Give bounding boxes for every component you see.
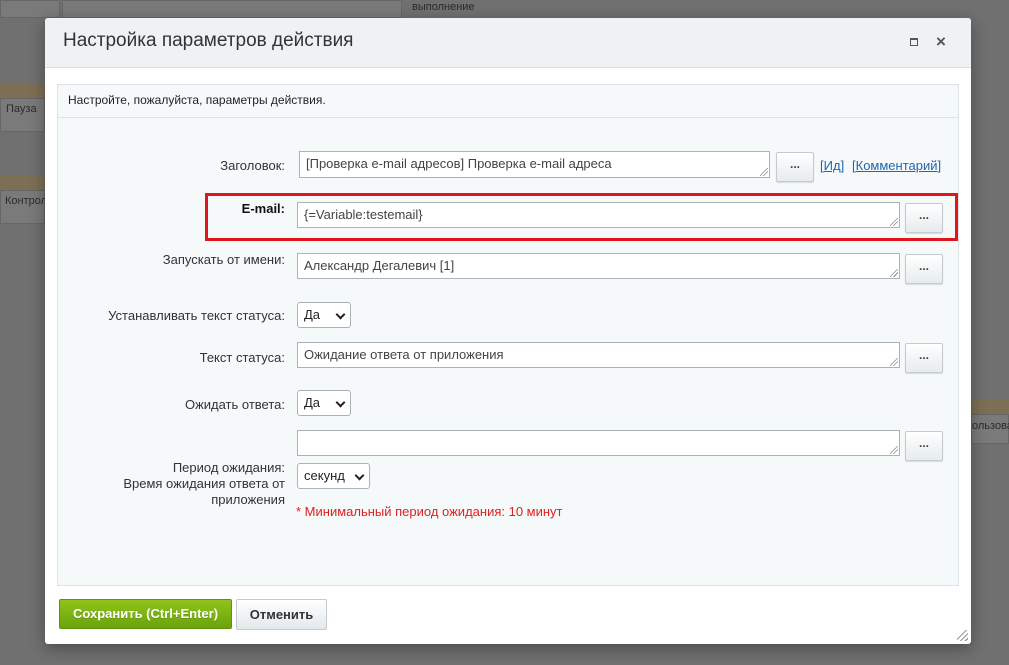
- wait-answer-label: Ожидать ответа:: [184, 397, 285, 412]
- chevron-down-icon: [354, 470, 365, 481]
- bg-strip: [0, 176, 45, 190]
- resize-grip-icon[interactable]: [760, 168, 768, 176]
- title-label: Заголовок:: [220, 158, 285, 173]
- min-period-note: * Минимальный период ожидания: 10 минут: [296, 504, 563, 519]
- maximize-icon: [910, 38, 918, 46]
- settings-panel: Настройте, пожалуйста, параметры действи…: [57, 84, 959, 586]
- period-unit-value: секунд: [304, 468, 345, 483]
- bg-label-pause: Пауза: [6, 103, 37, 115]
- run-as-dots-button[interactable]: ...: [905, 254, 943, 284]
- wait-answer-value: Да: [304, 395, 321, 410]
- period-label-line: Время ожидания ответа от: [123, 476, 285, 491]
- period-label: Период ожидания: Время ожидания ответа о…: [123, 460, 285, 508]
- period-dots-button[interactable]: ...: [905, 431, 943, 461]
- period-unit-select[interactable]: секунд: [297, 463, 370, 489]
- wait-answer-select[interactable]: Да: [297, 390, 351, 416]
- hint-text: Настройте, пожалуйста, параметры действи…: [58, 85, 958, 118]
- resize-grip-icon[interactable]: [890, 269, 898, 277]
- bg-block: [0, 0, 60, 18]
- dialog-title: Настройка параметров действия: [63, 30, 354, 51]
- title-input-value: [Проверка e-mail адресов] Проверка e-mai…: [306, 156, 612, 171]
- close-button[interactable]: ×: [934, 32, 948, 51]
- comment-link-text[interactable]: Комментарий: [856, 158, 938, 173]
- set-status-label: Устанавливать текст статуса:: [108, 308, 285, 323]
- chevron-down-icon: [335, 397, 346, 408]
- run-as-label: Запускать от имени:: [162, 252, 285, 267]
- status-text-input-value: Ожидание ответа от приложения: [304, 347, 504, 362]
- action-settings-dialog: Настройка параметров действия × Настройт…: [45, 18, 971, 644]
- resize-grip-icon[interactable]: [890, 358, 898, 366]
- close-icon: ×: [936, 32, 946, 51]
- dialog-header: Настройка параметров действия ×: [45, 18, 971, 68]
- maximize-button[interactable]: [907, 35, 921, 49]
- set-status-value: Да: [304, 307, 321, 322]
- status-text-input[interactable]: Ожидание ответа от приложения: [297, 342, 900, 368]
- save-button[interactable]: Сохранить (Ctrl+Enter): [59, 599, 232, 629]
- email-highlight-frame: [205, 193, 958, 241]
- set-status-select[interactable]: Да: [297, 302, 351, 328]
- bg-label-top: выполнение: [412, 1, 475, 13]
- chevron-down-icon: [335, 309, 346, 320]
- title-dots-button[interactable]: ...: [776, 152, 814, 182]
- resize-grip-icon[interactable]: [890, 446, 898, 454]
- title-input[interactable]: [Проверка e-mail адресов] Проверка e-mai…: [299, 151, 770, 178]
- id-link-text[interactable]: Ид: [824, 158, 841, 173]
- bg-strip: [971, 400, 1009, 414]
- run-as-input[interactable]: Александр Дегалевич [1]: [297, 253, 900, 279]
- bg-block: [62, 0, 402, 18]
- period-input[interactable]: [297, 430, 900, 456]
- bg-label-control: Контрол: [5, 195, 48, 207]
- bg-label-user: ользова: [972, 420, 1009, 432]
- period-label-line: Период ожидания:: [172, 460, 285, 475]
- status-text-dots-button[interactable]: ...: [905, 343, 943, 373]
- cancel-button[interactable]: Отменить: [236, 599, 327, 630]
- comment-link[interactable]: [Комментарий]: [852, 158, 941, 173]
- id-link[interactable]: [Ид]: [820, 158, 844, 173]
- status-text-label: Текст статуса:: [199, 350, 285, 365]
- period-label-line: приложения: [211, 492, 285, 507]
- dialog-resize-icon[interactable]: [957, 630, 968, 641]
- bg-strip: [0, 84, 45, 98]
- run-as-input-value: Александр Дегалевич [1]: [304, 258, 455, 273]
